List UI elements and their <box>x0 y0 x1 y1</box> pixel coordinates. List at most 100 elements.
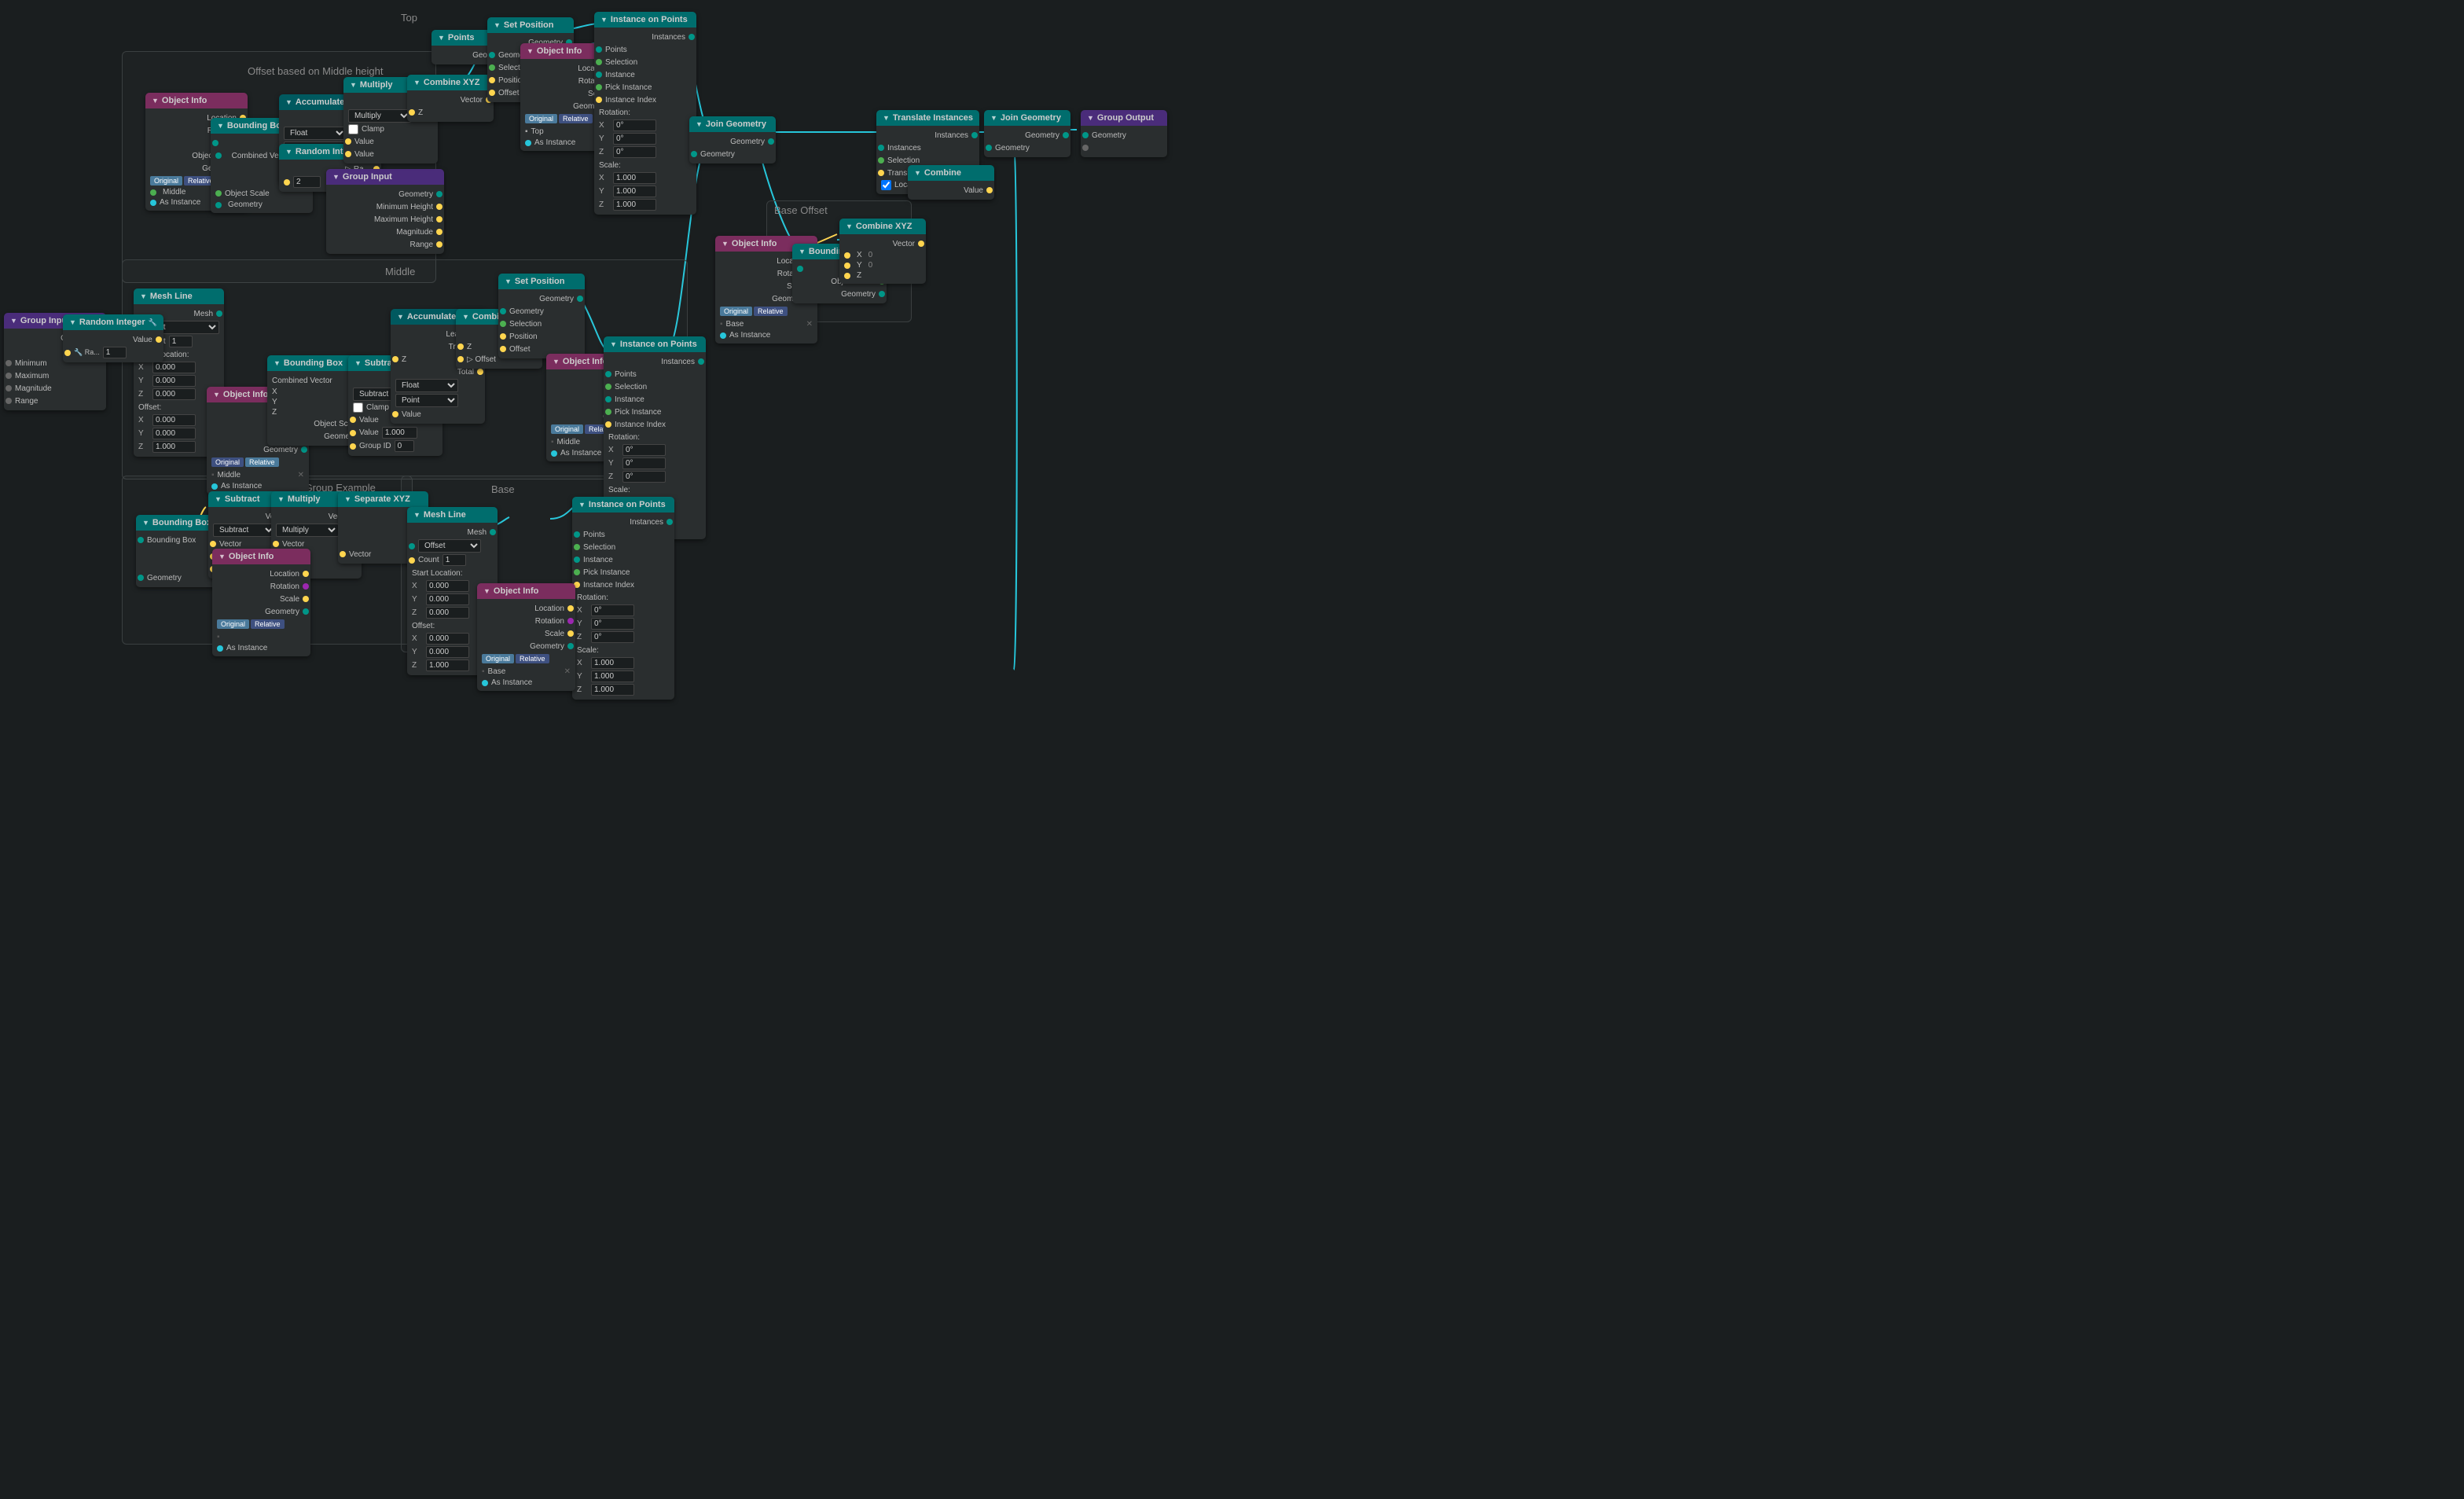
node-header-join-geo-2[interactable]: ▼ Join Geometry <box>984 110 1070 126</box>
input-rz-iopb[interactable] <box>591 631 634 643</box>
input-y-ml[interactable] <box>152 375 196 387</box>
select-point-m[interactable]: Point <box>395 394 458 407</box>
row-y-cxyz: Y 0 <box>839 260 926 270</box>
input-sz-iopb[interactable] <box>591 684 634 696</box>
input-sy-iop[interactable] <box>613 186 656 197</box>
node-header-group-input-1[interactable]: ▼ Group Input <box>326 169 444 185</box>
row-base-oib: ▪Base ✕ <box>477 665 575 678</box>
input-rand-count[interactable] <box>293 176 321 188</box>
select-mlb[interactable]: Offset <box>418 539 481 553</box>
input-oy-mlb[interactable] <box>426 646 469 658</box>
row-geom-oiex: Geometry <box>212 605 310 618</box>
node-group-input-1: ▼ Group Input Geometry Minimum Height Ma… <box>326 169 444 254</box>
node-header-mesh-line-m[interactable]: ▼ Mesh Line <box>134 288 224 304</box>
node-header-iop-top[interactable]: ▼ Instance on Points <box>594 12 696 28</box>
input-x-iop[interactable] <box>613 119 656 131</box>
input-ox-mlb[interactable] <box>426 633 469 645</box>
node-header-group-output[interactable]: ▼ Group Output <box>1081 110 1167 126</box>
cb-clamp[interactable] <box>348 124 358 134</box>
node-header-object-info-1[interactable]: ▼ Object Info <box>145 93 248 108</box>
input-oy-ml[interactable] <box>152 428 196 439</box>
btn-original[interactable]: Original <box>150 176 182 186</box>
input-count-ml[interactable] <box>169 336 193 347</box>
btn-rel-oim[interactable]: Relative <box>245 457 279 467</box>
input-x-mlb[interactable] <box>426 580 469 592</box>
row-rz-iopm: Z <box>604 470 706 483</box>
node-header-join-geo-1[interactable]: ▼ Join Geometry <box>689 116 776 132</box>
btn-orig-oib[interactable]: Original <box>482 654 514 663</box>
node-header-rand-int-m[interactable]: ▼ Random Integer 🔧 <box>63 314 163 330</box>
node-set-position-middle: ▼ Set Position Geometry Geometry Selecti… <box>498 274 585 358</box>
row-x-iop: X <box>594 119 696 132</box>
row-as-inst-oiex: As Instance <box>212 643 310 653</box>
btn-relative-oi2[interactable]: Relative <box>559 114 593 123</box>
btn-relative-bo[interactable]: Relative <box>754 307 788 316</box>
input-z-iop[interactable] <box>613 146 656 158</box>
input-rz-iopm[interactable] <box>622 471 666 483</box>
row-y-ml: Y <box>134 374 224 388</box>
btn-original-oi2[interactable]: Original <box>525 114 557 123</box>
node-header-iop-base[interactable]: ▼ Instance on Points <box>572 497 674 513</box>
input-count-rim[interactable] <box>103 347 127 358</box>
input-rx-iopm[interactable] <box>622 444 666 456</box>
input-oz-ml[interactable] <box>152 441 196 453</box>
input-z-mlb[interactable] <box>426 607 469 619</box>
input-z-ml[interactable] <box>152 388 196 400</box>
row-range: Range <box>326 238 444 251</box>
row-offset-mlb: Offset <box>407 538 498 553</box>
input-sx-iop[interactable] <box>613 172 656 184</box>
node-combine-xyz-top: ▼ Combine XYZ Vector Z <box>407 75 494 122</box>
node-header-sxyz-ex[interactable]: ▼ Separate XYZ <box>338 491 428 507</box>
row-sy-iopb: Y <box>572 670 674 683</box>
input-group-id[interactable] <box>395 440 414 452</box>
btn-orig-oiex[interactable]: Original <box>217 619 249 629</box>
row-q-go <box>1081 141 1167 154</box>
select-float-m[interactable]: Float <box>395 379 458 392</box>
node-header-set-position-top[interactable]: ▼ Set Position <box>487 17 574 33</box>
input-sz-iop[interactable] <box>613 199 656 211</box>
node-join-geometry-1: ▼ Join Geometry Geometry Geometry <box>689 116 776 163</box>
input-ox-ml[interactable] <box>152 414 196 426</box>
input-ry-iopb[interactable] <box>591 618 634 630</box>
row-x-ml: X <box>134 361 224 374</box>
row-x-cxyz: X 0 <box>839 250 926 260</box>
row-y-iop: Y <box>594 132 696 145</box>
select-sub-ex[interactable]: Subtract <box>213 524 276 537</box>
node-object-info-example: ▼ Object Info Location Rotation Scale Ge… <box>212 549 310 656</box>
btn-original-bo[interactable]: Original <box>720 307 752 316</box>
btn-orig-oim[interactable]: Original <box>211 457 244 467</box>
node-header-ml-base[interactable]: ▼ Mesh Line <box>407 507 498 523</box>
node-header-iop-m[interactable]: ▼ Instance on Points <box>604 336 706 352</box>
node-header-combine-xyz-top[interactable]: ▼ Combine XYZ <box>407 75 494 90</box>
btn-rel-oiex[interactable]: Relative <box>251 619 285 629</box>
row-rx-iopb: X <box>572 604 674 617</box>
input-x-ml[interactable] <box>152 362 196 373</box>
select-mult-ex[interactable]: Multiply <box>276 524 339 537</box>
node-header-oi-ex[interactable]: ▼ Object Info <box>212 549 310 564</box>
btn-orig-oim2[interactable]: Original <box>551 424 583 434</box>
row-idx-iop: Instance Index <box>594 94 696 106</box>
cb-clamp-sub[interactable] <box>353 402 363 413</box>
input-sy-iopb[interactable] <box>591 671 634 682</box>
input-sub-val[interactable] <box>382 427 417 439</box>
row-z-iop: Z <box>594 145 696 159</box>
input-count-mlb[interactable] <box>442 554 466 566</box>
row-geom-jg2: Geometry <box>984 129 1070 141</box>
btn-rel-oib[interactable]: Relative <box>516 654 549 663</box>
row-scale-iopb: Scale: <box>572 644 674 656</box>
node-header-translate-inst[interactable]: ▼ Translate Instances <box>876 110 979 126</box>
row-magnitude: Magnitude <box>326 226 444 238</box>
node-header-oi-base[interactable]: ▼ Object Info <box>477 583 575 599</box>
input-y-iop[interactable] <box>613 133 656 145</box>
node-header-cxyz-base-offset[interactable]: ▼ Combine XYZ <box>839 219 926 234</box>
node-header-combine-top[interactable]: ▼ Combine <box>908 165 994 181</box>
node-header-sp-m[interactable]: ▼ Set Position <box>498 274 585 289</box>
input-ry-iopm[interactable] <box>622 457 666 469</box>
input-y-mlb[interactable] <box>426 593 469 605</box>
cb-local-space[interactable] <box>881 180 891 190</box>
select-float[interactable]: Float <box>284 127 347 140</box>
input-sx-iopb[interactable] <box>591 657 634 669</box>
input-oz-mlb[interactable] <box>426 659 469 671</box>
select-multiply[interactable]: Multiply <box>348 109 411 123</box>
input-rx-iopb[interactable] <box>591 604 634 616</box>
